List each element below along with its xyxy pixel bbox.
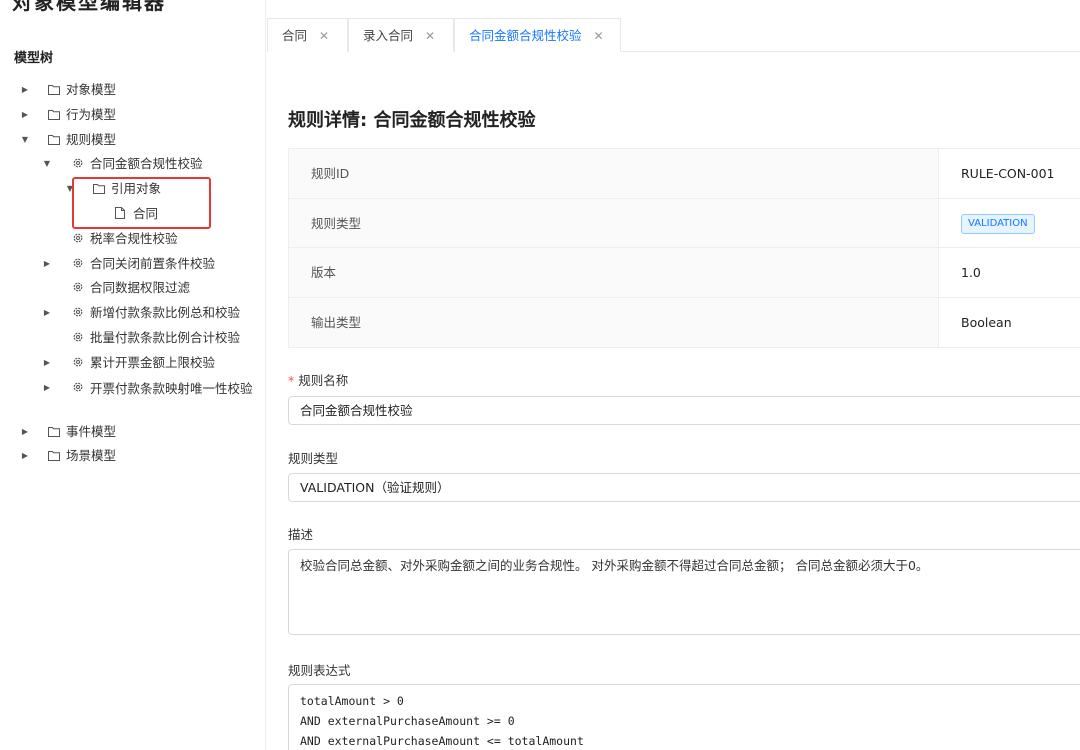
main-panel: 合同 ✕ 录入合同 ✕ 合同金额合规性校验 ✕ 规则详情: 合同金额合规性校验 规则ID R… [267,0,1080,750]
caret-right-icon[interactable]: ▶ [20,420,30,445]
close-icon[interactable]: ✕ [425,29,435,43]
tree-node-label: 累计开票金额上限校验 [90,354,216,370]
tree-node-label: 合同金额合规性校验 [90,156,203,172]
detail-row: 规则类型 VALIDATION [289,198,1080,248]
gear-icon [72,227,84,252]
tab-label: 合同 [282,28,308,43]
detail-value: 1.0 [961,265,981,280]
close-icon[interactable]: ✕ [319,29,329,43]
rule-name-label: * 规则名称 [288,370,348,389]
tree-node[interactable]: ▶ 事件模型 [0,420,265,445]
folder-icon [48,420,60,445]
description-label: 描述 [288,527,314,542]
gear-icon [72,252,84,277]
detail-value: VALIDATION [939,199,1035,248]
tree-node[interactable]: ▶ 对象模型 [0,78,265,103]
app-title: 对象模型编辑器 [12,0,166,14]
tab-label: 合同金额合规性校验 [469,28,582,43]
tree-node-label: 批量付款条款比例合计校验 [90,329,241,345]
tree-node-label: 规则模型 [66,131,117,147]
description-textarea[interactable]: 校验合同总金额、对外采购金额之间的业务合规性。 对外采购金额不得超过合同总金额；… [288,549,1080,635]
model-tree: ▶ 对象模型 ▶ 行为模型 ▼ 规则模型 ▼ 合同金额合规性校验 ▼ 引用对象 合同 税率合规性校验 ▶… [0,78,265,469]
caret-down-icon[interactable]: ▼ [42,152,52,177]
rule-type-tag: VALIDATION [961,214,1035,234]
expression-editor[interactable]: totalAmount > 0 AND externalPurchaseAmoun… [288,684,1080,750]
tree-node[interactable]: ▶ 行为模型 [0,103,265,128]
caret-right-icon[interactable]: ▶ [20,444,30,469]
caret-right-icon[interactable]: ▶ [42,301,52,326]
tab[interactable]: 合同金额合规性校验 ✕ [454,18,621,52]
page-title: 规则详情: 合同金额合规性校验 [288,110,536,131]
close-icon[interactable]: ✕ [594,29,604,43]
caret-right-icon[interactable]: ▶ [42,351,52,376]
detail-row: 版本 1.0 [289,248,1080,298]
rule-detail-table: 规则ID RULE-CON-001 规则类型 VALIDATION 版本 1.0 输出类型 B… [288,148,1080,348]
tree-node-label: 合同数据权限过滤 [90,280,191,296]
caret-right-icon[interactable]: ▶ [20,103,30,128]
tree-node[interactable]: ▶ 新增付款条款比例总和校验 [0,301,265,326]
tree-node-label: 行为模型 [66,106,117,122]
highlight-box [72,177,211,229]
tree-node-label: 场景模型 [66,448,117,464]
caret-right-icon[interactable]: ▶ [42,376,52,401]
expression-label: 规则表达式 [288,663,351,678]
tree-node-label: 事件模型 [66,423,117,439]
tab-label: 录入合同 [363,28,414,43]
gear-icon [72,276,84,301]
tree-node[interactable]: ▶ 累计开票金额上限校验 [0,351,265,376]
tree-node[interactable]: 合同数据权限过滤 [0,276,265,301]
gear-icon [72,326,84,351]
tree-title: 模型树 [14,51,54,66]
detail-value: Boolean [961,314,1012,330]
rule-type-label: 规则类型 [288,451,339,466]
tree-node-label: 对象模型 [66,82,117,97]
detail-label: 规则类型 [289,198,939,247]
rule-name-label-text: 规则名称 [298,373,349,388]
detail-row: 输出类型 Boolean [289,297,1080,347]
tree-node-label: 合同关闭前置条件校验 [90,255,216,271]
gear-icon [72,351,84,376]
detail-row: 规则ID RULE-CON-001 [289,149,1080,199]
tree-node[interactable]: 批量付款条款比例合计校验 [0,326,265,351]
gear-icon [72,376,84,401]
caret-down-icon[interactable]: ▼ [20,128,30,153]
sidebar: 对象模型编辑器 模型树 ▶ 对象模型 ▶ 行为模型 ▼ 规则模型 ▼ 合同金额合规性校验 ▼ 引用… [0,0,266,750]
detail-label: 输出类型 [289,297,939,347]
detail-label: 版本 [289,248,939,297]
rule-type-select[interactable]: VALIDATION（验证规则） [288,473,1080,502]
tab[interactable]: 合同 ✕ [267,18,348,52]
tree-node[interactable]: ▶ 场景模型 [0,444,265,469]
folder-icon [48,103,60,128]
expression-line: AND externalPurchaseAmount <= totalAmoun… [300,734,584,748]
tab-bar: 合同 ✕ 录入合同 ✕ 合同金额合规性校验 ✕ [267,18,1080,52]
gear-icon [72,152,84,177]
expression-line: totalAmount > 0 [300,694,404,708]
required-mark: * [288,373,295,388]
tree-node[interactable]: ▼ 合同金额合规性校验 [0,152,265,177]
folder-icon [48,128,60,153]
caret-right-icon[interactable]: ▶ [20,78,30,103]
rule-name-input[interactable]: 合同金额合规性校验 [288,396,1080,425]
detail-label: 规则ID [289,149,939,198]
tree-node[interactable]: 税率合规性校验 [0,227,265,252]
tree-node-label: 开票付款条款映射唯一性校验 [90,380,253,396]
caret-right-icon[interactable]: ▶ [42,252,52,277]
detail-value: RULE-CON-001 [961,166,1055,181]
folder-icon [48,444,60,469]
expression-line: AND externalPurchaseAmount >= 0 [300,714,515,728]
tree-node[interactable]: ▼ 规则模型 [0,128,265,153]
tree-node[interactable]: ▶ 开票付款条款映射唯一性校验 [0,376,265,420]
gear-icon [72,301,84,326]
folder-icon [48,78,60,103]
tab[interactable]: 录入合同 ✕ [348,18,454,52]
tree-node-label: 新增付款条款比例总和校验 [90,305,241,321]
tree-node-label: 税率合规性校验 [90,230,178,246]
tree-node[interactable]: ▶ 合同关闭前置条件校验 [0,252,265,277]
